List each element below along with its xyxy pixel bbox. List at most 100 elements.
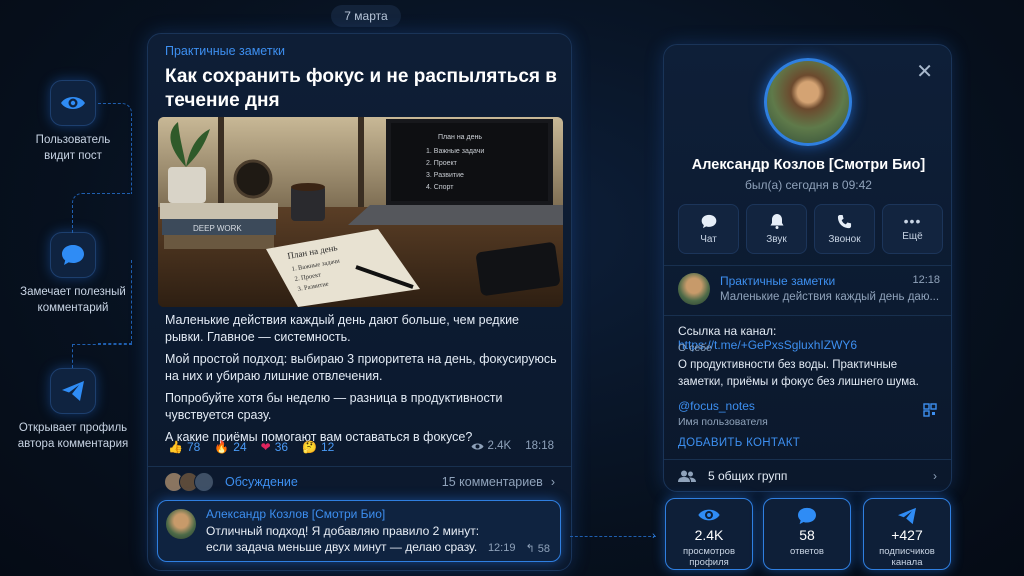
add-contact-button[interactable]: ДОБАВИТЬ КОНТАКТ — [678, 437, 800, 449]
views-count: 2.4K — [487, 440, 512, 452]
connector-line — [72, 193, 132, 233]
step-opens-profile: Открывает профиль автора комментария — [3, 368, 143, 452]
reaction-fire[interactable]: 🔥 24 — [214, 440, 246, 454]
chat-bubble-icon — [764, 507, 850, 525]
bell-icon — [770, 214, 783, 229]
phone-icon — [837, 214, 852, 228]
about-text: О продуктивности без воды. Практичные за… — [678, 359, 919, 388]
channel-link-row: Ссылка на канал: https://t.me/+GePxsSglu… — [678, 324, 951, 352]
reaction-count: 36 — [274, 440, 289, 454]
discussion-row[interactable]: Обсуждение 15 комментариев › — [164, 472, 555, 492]
stat-label: канала — [891, 557, 923, 568]
divider — [664, 459, 951, 460]
profile-status: был(а) сегодня в 09:42 — [745, 178, 872, 192]
action-label: Звук — [766, 234, 787, 245]
chat-icon — [701, 214, 716, 228]
views-counter: 2.4K — [471, 440, 512, 452]
last-channel-post[interactable]: Практичные заметки 12:18 Маленькие дейст… — [678, 273, 940, 309]
step-label-line2: автора комментария — [17, 438, 129, 450]
paper-plane-icon — [50, 368, 96, 414]
book-spine-label: DEEP WORK — [193, 224, 242, 233]
reaction-count: 12 — [321, 440, 335, 454]
laptop-list-item: 4. Спорт — [426, 184, 454, 191]
date-pill: 7 марта — [331, 5, 401, 27]
groups-label: 5 общих групп — [708, 469, 788, 483]
reply-counter[interactable]: ↰ 58 — [525, 542, 550, 555]
post-body: Маленькие действия каждый день дают боль… — [165, 312, 560, 451]
sound-button[interactable]: Звук — [746, 204, 807, 254]
reaction-thumbs-up[interactable]: 👍 78 — [168, 440, 200, 454]
profile-actions: Чат Звук Звонок ••• Ещё — [678, 204, 943, 254]
connector-line — [98, 260, 132, 344]
fire-icon: 🔥 — [214, 440, 230, 454]
comment-meta: 12:19 ↰ 58 — [488, 542, 550, 555]
paper-plane-icon — [864, 507, 950, 525]
stat-value: +427 — [891, 527, 923, 543]
connector-line — [72, 344, 132, 368]
username[interactable]: @focus_notes — [678, 399, 755, 413]
more-icon: ••• — [903, 213, 922, 229]
reaction-count: 78 — [186, 440, 201, 454]
action-label: Ещё — [902, 231, 923, 242]
profile-panel: ✕ Александр Козлов [Смотри Био] был(а) с… — [663, 44, 952, 492]
reactions-bar: 👍 78 🔥 24 ❤ 36 🤔 12 — [168, 440, 334, 454]
post-image[interactable]: DEEP WORK План на день 1. Важные задачи … — [158, 117, 563, 307]
stat-value: 2.4K — [694, 527, 724, 543]
stat-label: просмотров — [682, 546, 736, 557]
call-button[interactable]: Звонок — [814, 204, 875, 254]
comment-author[interactable]: Александр Козлов [Смотри Био] — [206, 507, 385, 521]
eye-icon — [471, 443, 484, 449]
channel-post: Практичные заметки Как сохранить фокус и… — [147, 33, 572, 571]
action-label: Чат — [700, 233, 717, 245]
chat-button[interactable]: Чат — [678, 204, 739, 254]
comment-time: 12:19 — [487, 542, 516, 554]
more-button[interactable]: ••• Ещё — [882, 204, 943, 254]
laptop-screen-title: План на день — [438, 134, 482, 141]
link-label: Ссылка на канал: — [678, 324, 777, 338]
heart-icon: ❤ — [260, 440, 271, 454]
stat-label: профиля — [689, 557, 729, 568]
highlighted-comment[interactable]: Александр Козлов [Смотри Био] Отличный п… — [157, 500, 561, 562]
profile-avatar[interactable] — [764, 58, 852, 146]
stat-value: 58 — [799, 527, 815, 543]
action-label: Звонок — [828, 233, 861, 245]
divider — [148, 466, 571, 467]
divider — [664, 265, 951, 266]
reaction-thinking[interactable]: 🤔 12 — [302, 440, 334, 454]
arrow-right-icon: › — [652, 530, 656, 542]
laptop-list-item: 1. Важные задачи — [426, 148, 484, 155]
close-icon[interactable]: ✕ — [916, 59, 933, 84]
avatar — [194, 472, 214, 492]
post-title: Как сохранить фокус и не распыляться в т… — [165, 66, 557, 111]
chat-bubble-icon — [50, 232, 96, 278]
qr-code-icon[interactable] — [923, 403, 937, 420]
avatar[interactable] — [166, 509, 196, 539]
post-time: 12:18 — [912, 274, 940, 286]
channel-name[interactable]: Практичные заметки — [165, 44, 285, 58]
reaction-heart[interactable]: ❤ 36 — [261, 440, 288, 454]
comment-text: Отличный подход! Я добавляю правило 2 ми… — [206, 524, 480, 554]
post-meta: 2.4K 18:18 — [471, 440, 554, 452]
thumbs-up-icon: 👍 — [168, 440, 183, 454]
chevron-right-icon: › — [550, 475, 555, 489]
laptop-list-item: 3. Развитие — [426, 172, 464, 179]
profile-name: Александр Козлов [Смотри Био] — [691, 157, 926, 173]
username-label: Имя пользователя — [678, 416, 768, 428]
discussion-label: Обсуждение — [225, 475, 298, 489]
post-snippet: Маленькие действия каждый день даю... — [720, 291, 940, 303]
post-paragraph: Мой простой подход: выбираю 3 приоритета… — [165, 352, 557, 383]
divider — [664, 315, 951, 316]
step-label-line2: видит пост — [44, 150, 102, 162]
stat-label: подписчиков — [879, 546, 935, 557]
stat-subscribers: +427 подписчиков канала — [863, 498, 951, 570]
reaction-count: 24 — [233, 440, 247, 454]
stat-label: ответов — [790, 546, 824, 557]
common-groups-row[interactable]: 5 общих групп › — [678, 469, 937, 483]
group-icon — [678, 470, 696, 482]
thinking-icon: 🤔 — [302, 440, 317, 454]
about-label: О себе — [678, 342, 712, 354]
chevron-right-icon: › — [933, 469, 937, 483]
connector-line — [98, 103, 132, 193]
post-paragraph: Маленькие действия каждый день дают боль… — [165, 313, 520, 344]
comments-count: 15 комментариев — [441, 475, 543, 489]
